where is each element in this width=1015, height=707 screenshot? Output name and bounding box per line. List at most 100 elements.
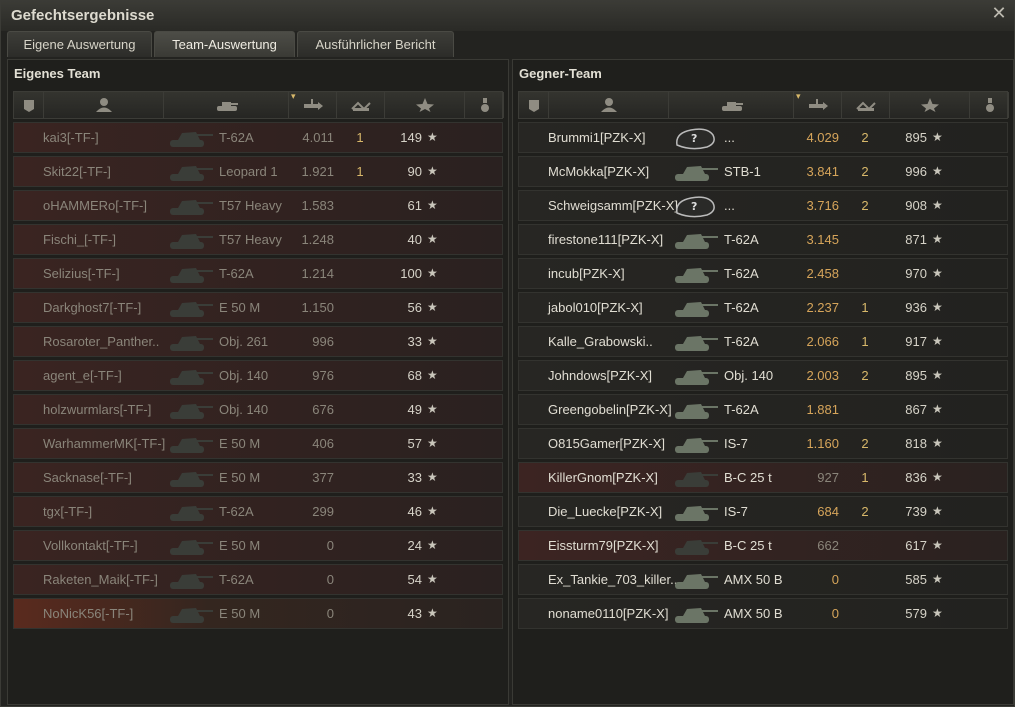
player-row[interactable]: Brummi1[PZK-X]?... 4.029 2 895 ★ bbox=[518, 122, 1008, 153]
player-name: Kalle_Grabowski.. bbox=[548, 334, 653, 349]
damage-value: 0 bbox=[831, 606, 839, 621]
player-name: kai3[-TF-] bbox=[43, 130, 99, 145]
xp-value: 936 bbox=[905, 300, 927, 315]
player-row[interactable]: noname0110[PZK-X] AMX 50 B 0 579 ★ bbox=[518, 598, 1008, 629]
frags-value: 2 bbox=[861, 164, 869, 179]
damage-value: 1.160 bbox=[806, 436, 839, 451]
player-row[interactable]: Johndows[PZK-X] Obj. 140 2.003 2 895 ★ bbox=[518, 360, 1008, 391]
tank-name: B-C 25 t bbox=[724, 470, 772, 485]
xp-star-icon: ★ bbox=[932, 198, 943, 212]
tab-eigene-auswertung[interactable]: Eigene Auswertung bbox=[7, 31, 152, 57]
player-row[interactable]: Die_Luecke[PZK-X] IS-7 684 2 739 ★ bbox=[518, 496, 1008, 527]
column-header-frags[interactable] bbox=[842, 92, 890, 118]
frags-value: 2 bbox=[861, 198, 869, 213]
tank-icon bbox=[216, 97, 238, 116]
xp-star-icon: ★ bbox=[427, 470, 438, 484]
tab-team-auswertung[interactable]: Team-Auswertung bbox=[154, 31, 295, 57]
player-row[interactable]: Ex_Tankie_703_killer.. AMX 50 B 0 585 ★ bbox=[518, 564, 1008, 595]
column-header-damage[interactable]: ▾ bbox=[794, 91, 842, 118]
player-row[interactable]: NoNicK56[-TF-] E 50 M 0 43 ★ bbox=[13, 598, 503, 629]
frags-value: 2 bbox=[861, 130, 869, 145]
tank-name: T-62A bbox=[724, 334, 759, 349]
xp-star-icon: ★ bbox=[427, 334, 438, 348]
player-row[interactable]: Greengobelin[PZK-X] T-62A 1.881 867 ★ bbox=[518, 394, 1008, 425]
player-row[interactable]: agent_e[-TF-] Obj. 140 976 68 ★ bbox=[13, 360, 503, 391]
tank-name: AMX 50 B bbox=[724, 606, 783, 621]
player-name: Selizius[-TF-] bbox=[43, 266, 120, 281]
player-row[interactable]: Eissturm79[PZK-X] B-C 25 t 662 617 ★ bbox=[518, 530, 1008, 561]
damage-value: 4.011 bbox=[302, 130, 334, 145]
player-name: oHAMMERo[-TF-] bbox=[43, 198, 147, 213]
player-row[interactable]: Skit22[-TF-] Leopard 1 1.921 1 90 ★ bbox=[13, 156, 503, 187]
column-header-player[interactable] bbox=[549, 92, 669, 118]
player-name: Brummi1[PZK-X] bbox=[548, 130, 646, 145]
player-row[interactable]: WarhammerMK[-TF-] E 50 M 406 57 ★ bbox=[13, 428, 503, 459]
xp-value: 970 bbox=[905, 266, 927, 281]
player-row[interactable]: O815Gamer[PZK-X] IS-7 1.160 2 818 ★ bbox=[518, 428, 1008, 459]
xp-star-icon: ★ bbox=[427, 572, 438, 586]
xp-star-icon: ★ bbox=[427, 300, 438, 314]
damage-value: 406 bbox=[312, 436, 334, 451]
damage-value: 662 bbox=[817, 538, 839, 553]
xp-value: 100 bbox=[400, 266, 422, 281]
tank-name: B-C 25 t bbox=[724, 538, 772, 553]
player-row[interactable]: Darkghost7[-TF-] E 50 M 1.150 56 ★ bbox=[13, 292, 503, 323]
xp-value: 24 bbox=[407, 538, 422, 553]
xp-value: 867 bbox=[905, 402, 927, 417]
column-header-tank[interactable] bbox=[164, 92, 289, 118]
damage-value: 377 bbox=[312, 470, 334, 485]
player-row[interactable]: incub[PZK-X] T-62A 2.458 970 ★ bbox=[518, 258, 1008, 289]
player-row[interactable]: KillerGnom[PZK-X] B-C 25 t 927 1 836 ★ bbox=[518, 462, 1008, 493]
xp-value: 895 bbox=[905, 130, 927, 145]
column-header-damage[interactable]: ▾ bbox=[289, 91, 337, 118]
xp-star-icon: ★ bbox=[427, 402, 438, 416]
xp-star-icon: ★ bbox=[932, 266, 943, 280]
column-header-xp-star[interactable] bbox=[385, 92, 465, 118]
column-header-xp-star[interactable] bbox=[890, 92, 970, 118]
column-header-tank[interactable] bbox=[669, 92, 794, 118]
column-header-squad[interactable] bbox=[14, 92, 44, 118]
player-row[interactable]: Rosaroter_Panther.. Obj. 261 996 33 ★ bbox=[13, 326, 503, 357]
damage-icon bbox=[302, 97, 324, 116]
player-row[interactable]: Sacknase[-TF-] E 50 M 377 33 ★ bbox=[13, 462, 503, 493]
damage-value: 0 bbox=[326, 538, 334, 553]
xp-star-icon: ★ bbox=[932, 572, 943, 586]
tank-name: Obj. 140 bbox=[724, 368, 774, 383]
xp-value: 56 bbox=[407, 300, 422, 315]
player-name: Eissturm79[PZK-X] bbox=[548, 538, 659, 553]
player-row[interactable]: kai3[-TF-] T-62A 4.011 1 149 ★ bbox=[13, 122, 503, 153]
column-header-medal[interactable] bbox=[970, 92, 1009, 118]
player-row[interactable]: jabol010[PZK-X] T-62A 2.237 1 936 ★ bbox=[518, 292, 1008, 323]
tab-ausfuehrlicher-bericht[interactable]: Ausführlicher Bericht bbox=[297, 31, 454, 57]
column-header-frags[interactable] bbox=[337, 92, 385, 118]
player-row[interactable]: holzwurmlars[-TF-] Obj. 140 676 49 ★ bbox=[13, 394, 503, 425]
player-row[interactable]: Kalle_Grabowski.. T-62A 2.066 1 917 ★ bbox=[518, 326, 1008, 357]
player-row[interactable]: firestone111[PZK-X] T-62A 3.145 871 ★ bbox=[518, 224, 1008, 255]
xp-value: 917 bbox=[905, 334, 927, 349]
damage-value: 3.145 bbox=[806, 232, 839, 247]
damage-value: 976 bbox=[312, 368, 334, 383]
column-header-squad[interactable] bbox=[519, 92, 549, 118]
tank-name: T-62A bbox=[724, 266, 759, 281]
close-icon[interactable]: ✕ bbox=[990, 4, 1008, 22]
xp-value: 33 bbox=[407, 470, 422, 485]
player-row[interactable]: Raketen_Maik[-TF-] T-62A 0 54 ★ bbox=[13, 564, 503, 595]
player-row[interactable]: Selizius[-TF-] T-62A 1.214 100 ★ bbox=[13, 258, 503, 289]
damage-value: 2.237 bbox=[806, 300, 839, 315]
xp-star-icon: ★ bbox=[932, 470, 943, 484]
column-header-player[interactable] bbox=[44, 92, 164, 118]
player-row[interactable]: oHAMMERo[-TF-] T57 Heavy 1.583 61 ★ bbox=[13, 190, 503, 221]
player-name: Johndows[PZK-X] bbox=[548, 368, 653, 383]
tank-name: T57 Heavy bbox=[219, 198, 282, 213]
player-row[interactable]: McMokka[PZK-X] STB-1 3.841 2 996 ★ bbox=[518, 156, 1008, 187]
player-row[interactable]: Schweigsamm[PZK-X]?... 3.716 2 908 ★ bbox=[518, 190, 1008, 221]
damage-value: 1.248 bbox=[301, 232, 334, 247]
player-name: Skit22[-TF-] bbox=[43, 164, 111, 179]
player-row[interactable]: tgx[-TF-] T-62A 299 46 ★ bbox=[13, 496, 503, 527]
tank-name: E 50 M bbox=[219, 470, 261, 485]
column-header-medal[interactable] bbox=[465, 92, 504, 118]
player-name: Darkghost7[-TF-] bbox=[43, 300, 142, 315]
player-row[interactable]: Fischi_[-TF-] T57 Heavy 1.248 40 ★ bbox=[13, 224, 503, 255]
damage-value: 1.150 bbox=[301, 300, 334, 315]
player-row[interactable]: Vollkontakt[-TF-] E 50 M 0 24 ★ bbox=[13, 530, 503, 561]
